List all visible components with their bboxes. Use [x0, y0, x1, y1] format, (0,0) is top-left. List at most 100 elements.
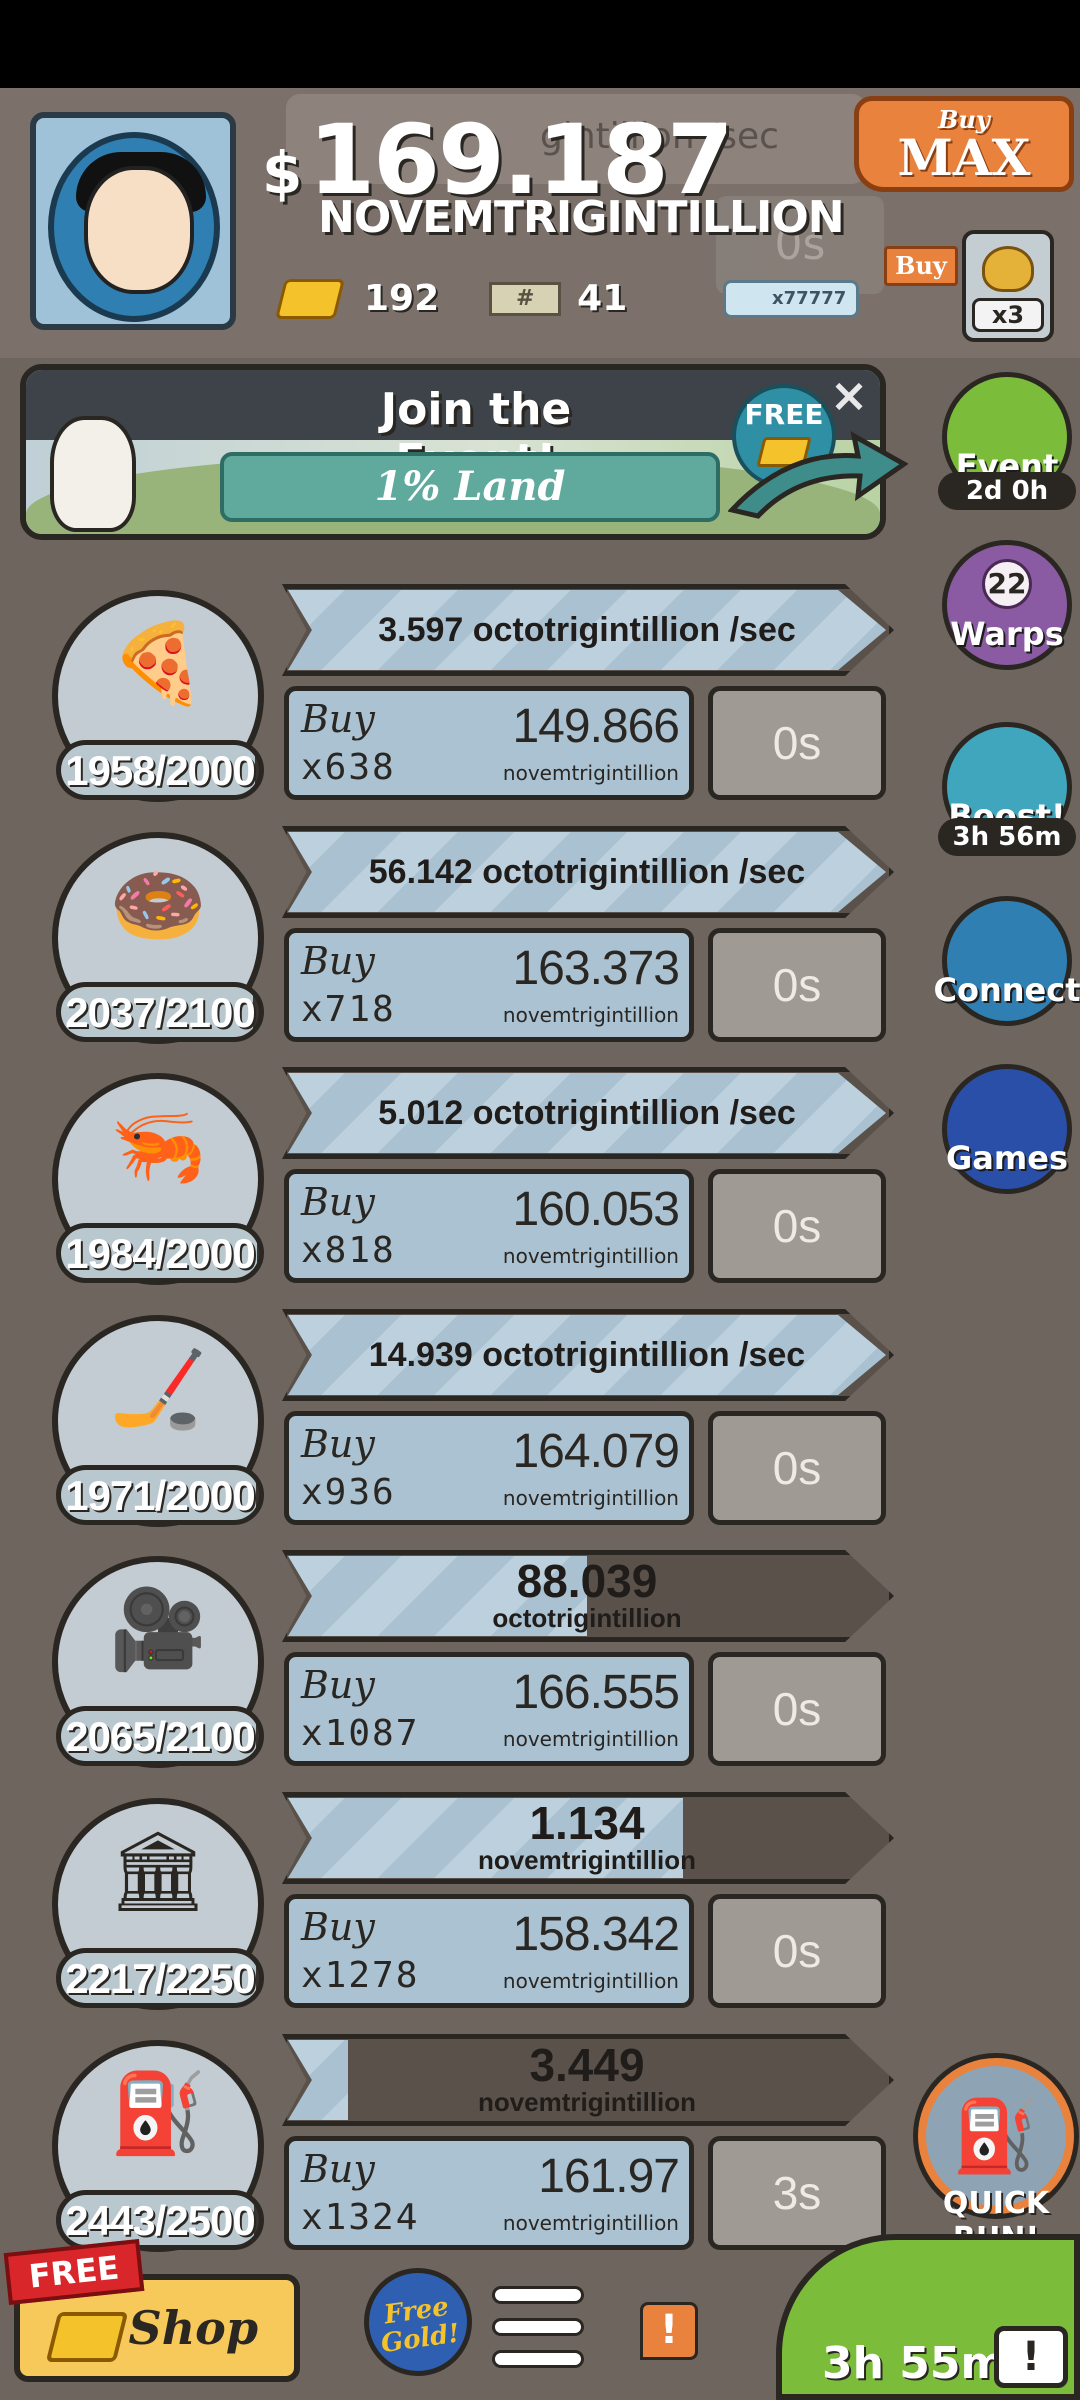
business-count: 2037/2100 [65, 989, 256, 1036]
business-count: 1984/2000 [65, 1230, 256, 1277]
event-subtitle: 1% Land [220, 452, 720, 522]
buy-label: Buy [301, 1180, 375, 1224]
revenue-rate: 3.597 octotrigintillion /sec [378, 611, 796, 649]
buy-label: Buy [301, 1905, 375, 1949]
buy-button[interactable]: Buy x638 149.866 novemtrigintillion [284, 686, 694, 800]
buy-cost: 149.866 [512, 700, 680, 753]
money-unit: NOVEMTRIGINTILLION [318, 192, 845, 243]
event-timer: 2d 0h [938, 472, 1076, 510]
shop-label: Shop [128, 2301, 258, 2355]
buy-multiplier: x818 [301, 1230, 396, 1271]
buy-cost-unit: novemtrigintillion [502, 1003, 679, 1027]
business-count-bar: 1984/2000 [56, 1223, 264, 1283]
buy-cost: 160.053 [512, 1183, 680, 1236]
business-row: 🦐 1984/2000 5.012 octotrigintillion /sec… [0, 1067, 1080, 1305]
business-count: 2443/2500 [65, 2197, 256, 2244]
buy-label: Buy [301, 939, 375, 983]
revenue-value: 88.039 [516, 1556, 658, 1607]
buy-cost: 158.342 [512, 1908, 680, 1961]
ticket-icon: # [489, 281, 562, 316]
revenue-bar[interactable]: 3.449 novemtrigintillion [288, 2040, 886, 2120]
dollar-sign: $ [262, 139, 303, 207]
bank-icon: 🏛 [108, 1827, 208, 1917]
shrimp-icon: 🦐 [109, 1102, 207, 1192]
business-count-bar: 2037/2100 [56, 982, 264, 1042]
business-timer: 0s [708, 1169, 886, 1283]
event-arrow-icon [728, 431, 908, 519]
currency-row: 192 # 41 x77777 [275, 278, 860, 319]
buy-multiplier: x718 [301, 989, 396, 1030]
pizza-icon: 🍕 [109, 619, 207, 709]
buy-max-button[interactable]: Buy MAX [854, 96, 1074, 192]
moneybag-boost-button[interactable]: x3 [962, 230, 1054, 342]
revenue-value: 1.134 [529, 1798, 645, 1849]
business-count-bar: 2065/2100 [56, 1706, 264, 1766]
buy-cost-unit: novemtrigintillion [502, 1244, 679, 1268]
revenue-amount: 3.449 novemtrigintillion [288, 2040, 886, 2120]
alert-button[interactable]: ! [640, 2302, 698, 2360]
revenue-bar[interactable]: 1.134 novemtrigintillion [288, 1798, 886, 1878]
business-timer: 0s [708, 686, 886, 800]
revenue-rate: 14.939 octotrigintillion /sec [368, 1336, 806, 1374]
business-timer: 3s [708, 2136, 886, 2250]
money-bag-icon [982, 246, 1034, 292]
movie-camera-icon: 🎥 [109, 1585, 207, 1675]
buy-multiplier-tag[interactable]: Buy [884, 246, 958, 286]
menu-button[interactable] [492, 2286, 584, 2368]
revenue-bar[interactable]: 88.039 octotrigintillion [288, 1556, 886, 1636]
buy-cost: 166.555 [512, 1666, 680, 1719]
free-badge-label: FREE [744, 398, 824, 431]
gold-bar-icon [275, 278, 345, 319]
buy-cost-unit: novemtrigintillion [502, 1969, 679, 1993]
business-count-bar: 1971/2000 [56, 1465, 264, 1525]
buy-multiplier: x1278 [301, 1955, 420, 1996]
business-count-bar: 1958/2000 [56, 740, 264, 800]
business-row: 🏒 1971/2000 14.939 octotrigintillion /se… [0, 1309, 1080, 1547]
buy-label: Buy [301, 1663, 375, 1707]
business-timer: 0s [708, 1652, 886, 1766]
revenue-bar[interactable]: 3.597 octotrigintillion /sec [288, 590, 886, 670]
hamburger-line [492, 2318, 584, 2336]
revenue-rate: 5.012 octotrigintillion /sec [378, 1094, 796, 1132]
oil-derrick-icon: ⛽ [952, 2095, 1040, 2177]
buy-button[interactable]: Buy x936 164.079 novemtrigintillion [284, 1411, 694, 1525]
tv-timer: 3h 55m [822, 2338, 1007, 2389]
buy-cost: 164.079 [512, 1425, 680, 1478]
avatar-face [84, 166, 194, 294]
business-row: 🏛 2217/2250 1.134 novemtrigintillion Buy… [0, 1792, 1080, 2030]
gold-gem-icon [45, 2312, 129, 2362]
revenue-rate: 56.142 octotrigintillion /sec [368, 853, 806, 891]
buy-label: Buy [301, 2147, 375, 2191]
business-count-bar: 2443/2500 [56, 2190, 264, 2250]
buy-multiplier: x638 [301, 747, 396, 788]
oil-derrick-icon: ⛽ [109, 2069, 207, 2159]
buy-button[interactable]: Buy x1324 161.97 novemtrigintillion [284, 2136, 694, 2250]
business-count-bar: 2217/2250 [56, 1948, 264, 2008]
status-bar [0, 0, 1080, 88]
buy-cost: 163.373 [512, 942, 680, 995]
buy-button[interactable]: Buy x818 160.053 novemtrigintillion [284, 1169, 694, 1283]
buy-multiplier: x1087 [301, 1713, 420, 1754]
buy-cost-unit: novemtrigintillion [502, 2211, 679, 2235]
buy-button[interactable]: Buy x718 163.373 novemtrigintillion [284, 928, 694, 1042]
business-timer: 0s [708, 1411, 886, 1525]
buy-button[interactable]: Buy x1278 158.342 novemtrigintillion [284, 1894, 694, 2008]
profile-avatar[interactable] [30, 112, 236, 330]
close-banner-button[interactable]: × [826, 372, 872, 418]
buy-button[interactable]: Buy x1087 166.555 novemtrigintillion [284, 1652, 694, 1766]
hamburger-line [492, 2350, 584, 2368]
revenue-bar[interactable]: 5.012 octotrigintillion /sec [288, 1073, 886, 1153]
hockey-stick-icon: 🏒 [109, 1344, 207, 1434]
revenue-bar[interactable]: 14.939 octotrigintillion /sec [288, 1315, 886, 1395]
business-count: 2065/2100 [65, 1713, 256, 1760]
tv-icon[interactable]: ! [994, 2326, 1068, 2388]
ticket-count: 41 [577, 278, 628, 319]
buy-label: Buy [301, 697, 375, 741]
buy-cost-unit: novemtrigintillion [502, 761, 679, 785]
megabuck-icon[interactable]: x77777 [723, 279, 860, 318]
buy-label: Buy [301, 1422, 375, 1466]
business-timer: 0s [708, 928, 886, 1042]
buy-multiplier: x936 [301, 1472, 396, 1513]
buy-cost-unit: novemtrigintillion [502, 1486, 679, 1510]
revenue-bar[interactable]: 56.142 octotrigintillion /sec [288, 832, 886, 912]
